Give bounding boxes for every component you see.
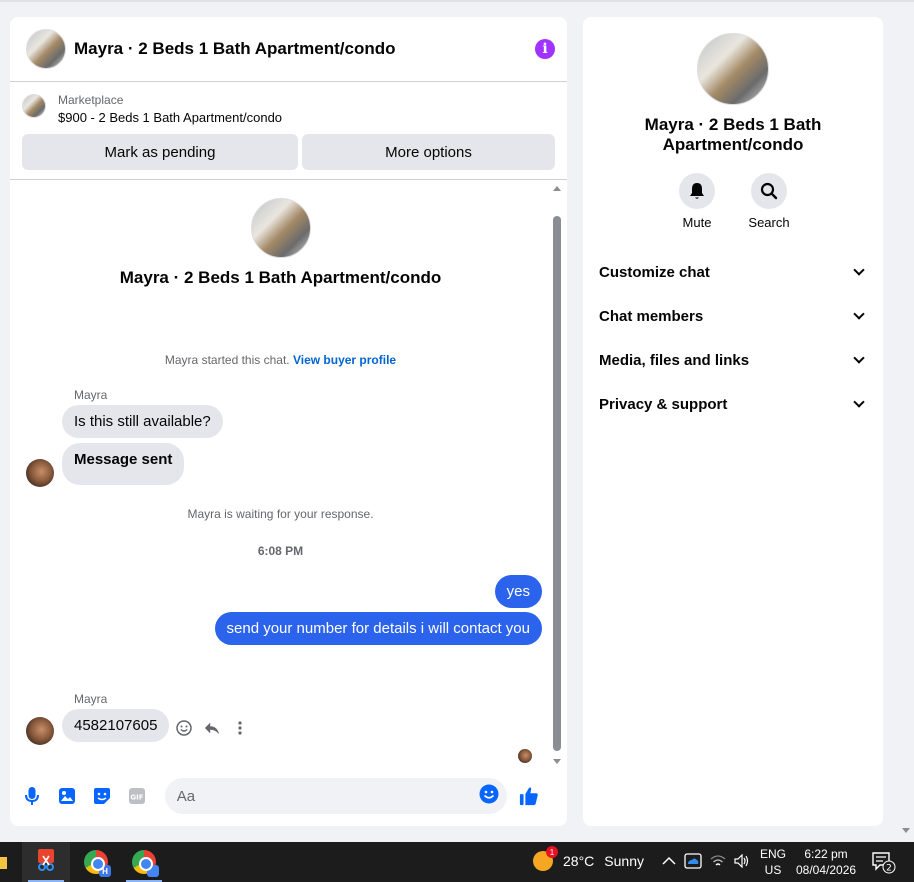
emoji-icon[interactable] (479, 784, 499, 809)
details-avatar[interactable] (697, 33, 769, 105)
chat-members-row[interactable]: Chat members (583, 294, 883, 338)
seen-receipt-avatar (518, 749, 532, 763)
message-bubble-outgoing[interactable]: yes (494, 575, 542, 608)
info-icon[interactable]: i (535, 39, 555, 59)
privacy-support-row[interactable]: Privacy & support (583, 382, 883, 426)
weather-condition: Sunny (604, 853, 644, 869)
react-icon[interactable] (176, 720, 192, 736)
sender-name: Mayra (74, 692, 108, 706)
more-icon[interactable] (232, 720, 248, 736)
clock-date: 08/04/2026 (796, 863, 857, 877)
chat-title[interactable]: Mayra · 2 Beds 1 Bath Apartment/condo (74, 39, 535, 59)
more-options-button[interactable]: More options (302, 134, 555, 170)
wifi-icon[interactable] (710, 854, 726, 871)
snipping-tool-icon (35, 848, 57, 877)
like-icon[interactable] (519, 786, 539, 806)
clock-time: 6:22 pm (804, 847, 848, 861)
weather-badge: 1 (546, 846, 558, 858)
chrome-app[interactable]: H (72, 842, 120, 882)
language-code: ENG (760, 847, 787, 861)
privacy-support-label: Privacy & support (599, 395, 728, 413)
search-button[interactable]: Search (748, 173, 790, 230)
details-title: Mayra · 2 Beds 1 Bath Apartment/condo (644, 115, 822, 154)
chrome-profile-badge: H (99, 865, 111, 877)
weather-widget[interactable]: 1 28°C Sunny (533, 846, 644, 871)
svg-text:GIF: GIF (131, 794, 144, 802)
message-bubble-incoming[interactable]: Is this still available? (62, 405, 223, 438)
marketplace-banner: Marketplace $900 - 2 Beds 1 Bath Apartme… (10, 82, 567, 180)
message-bubble-outgoing[interactable]: send your number for details i will cont… (214, 612, 542, 645)
chevron-up-icon[interactable] (662, 855, 676, 869)
chat-intro: Mayra · 2 Beds 1 Bath Apartment/condo (10, 198, 551, 288)
chevron-down-icon (853, 352, 865, 364)
sun-icon: 1 (533, 846, 558, 871)
keyboard-layout: US (764, 863, 782, 877)
chevron-down-icon (853, 308, 865, 320)
photo-icon[interactable] (57, 786, 76, 806)
chat-members-label: Chat members (599, 307, 704, 325)
chat-avatar[interactable] (26, 29, 66, 69)
message-timestamp: 6:08 PM (257, 544, 304, 558)
sticker-icon[interactable] (92, 786, 111, 806)
bell-icon[interactable] (679, 173, 715, 209)
scroll-thumb[interactable] (553, 216, 561, 751)
language-indicator[interactable]: ENG US (760, 846, 786, 878)
search-icon[interactable] (751, 173, 787, 209)
chrome-app-secondary[interactable] (120, 842, 168, 882)
message-actions (176, 720, 248, 736)
mark-as-pending-button[interactable]: Mark as pending (22, 134, 298, 170)
media-files-links-label: Media, files and links (599, 351, 750, 369)
message-input-wrapper (164, 778, 508, 814)
chat-panel: Mayra · 2 Beds 1 Bath Apartment/condo i … (10, 17, 567, 826)
chat-started-notice: Mayra started this chat. View buyer prof… (10, 353, 551, 367)
sender-name: Mayra (74, 388, 108, 402)
intro-title: Mayra · 2 Beds 1 Bath Apartment/condo (119, 268, 442, 287)
mute-label: Mute (682, 215, 712, 230)
scrollbar[interactable] (553, 186, 561, 764)
customize-chat-label: Customize chat (599, 263, 710, 281)
temperature: 28°C (563, 853, 595, 869)
media-files-links-row[interactable]: Media, files and links (583, 338, 883, 382)
notification-count: 2 (886, 864, 892, 874)
snipping-tool-app[interactable] (22, 842, 70, 882)
message-bubble-incoming[interactable]: Message sent (62, 443, 185, 485)
mute-button[interactable]: Mute (679, 173, 715, 230)
chrome-icon: H (84, 850, 111, 877)
onedrive-icon[interactable] (684, 852, 702, 872)
message-input[interactable] (176, 787, 480, 805)
microphone-icon[interactable] (22, 786, 41, 806)
volume-icon[interactable] (734, 853, 750, 871)
gif-icon[interactable]: GIF (128, 786, 147, 806)
scroll-up-arrow[interactable] (553, 186, 561, 191)
listing-thumbnail[interactable] (22, 94, 46, 118)
customize-chat-row[interactable]: Customize chat (583, 250, 883, 294)
chrome-icon (132, 850, 159, 877)
taskbar: H 1 28°C Sunny ENG US 6:22 pm 08/04/2026… (0, 842, 914, 882)
message-list[interactable]: Mayra · 2 Beds 1 Bath Apartment/condo Ma… (10, 180, 567, 768)
page-scroll-down-arrow[interactable] (902, 828, 910, 833)
listing-title[interactable]: $900 - 2 Beds 1 Bath Apartment/condo (58, 108, 282, 128)
sender-avatar[interactable] (26, 459, 54, 487)
system-tray (662, 842, 750, 882)
chrome-profile-badge (147, 865, 159, 877)
waiting-notice: Mayra is waiting for your response. (187, 507, 374, 521)
file-explorer-icon[interactable] (0, 842, 8, 882)
search-label: Search (748, 215, 790, 230)
message-composer: GIF (10, 766, 567, 826)
top-border (0, 0, 914, 2)
chat-header: Mayra · 2 Beds 1 Bath Apartment/condo i (10, 17, 567, 82)
sender-avatar[interactable] (26, 717, 54, 745)
message-bubble-incoming[interactable]: 4582107605 (62, 709, 170, 742)
scroll-down-arrow[interactable] (553, 759, 561, 764)
chevron-down-icon (853, 264, 865, 276)
reply-icon[interactable] (204, 720, 220, 736)
chat-started-text: Mayra started this chat. (164, 353, 290, 367)
intro-avatar[interactable] (250, 198, 311, 258)
chevron-down-icon (853, 396, 865, 408)
clock[interactable]: 6:22 pm 08/04/2026 (796, 846, 856, 878)
marketplace-label: Marketplace (58, 93, 124, 107)
chat-details-panel: Mayra · 2 Beds 1 Bath Apartment/condo Mu… (583, 17, 883, 826)
view-buyer-profile-link[interactable]: View buyer profile (293, 353, 396, 367)
notification-center[interactable]: 2 (872, 852, 896, 879)
